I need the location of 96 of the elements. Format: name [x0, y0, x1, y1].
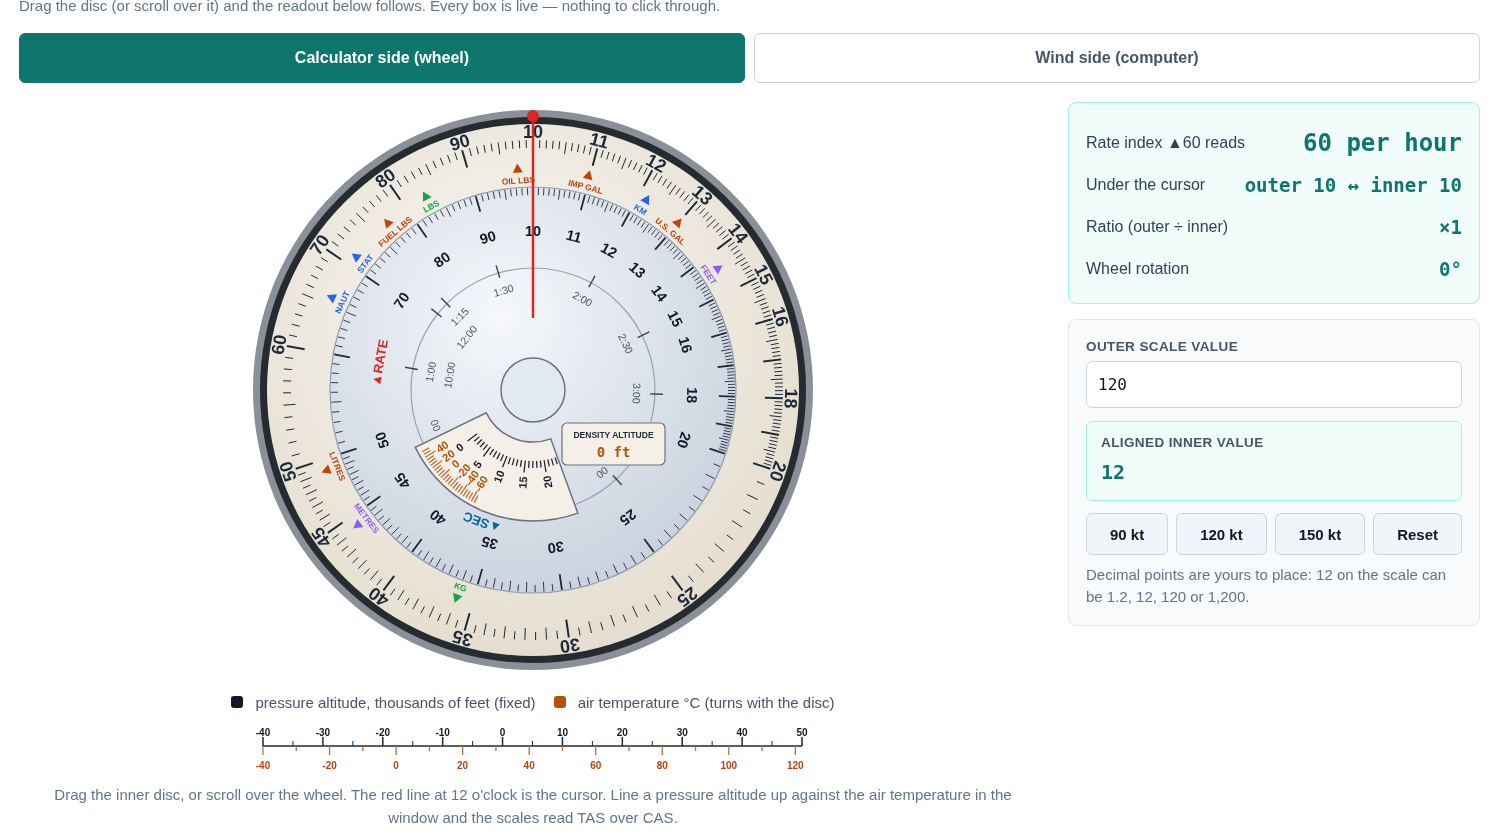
preset-button[interactable]: 120 kt: [1176, 513, 1267, 555]
inner-scale-number: 30: [546, 538, 565, 557]
ruler-label: 50: [796, 726, 808, 738]
ruler-label: -20: [375, 726, 390, 738]
ruler-label: 60: [590, 759, 602, 771]
inner-scale-number: 20: [673, 429, 695, 451]
preset-button[interactable]: 150 kt: [1274, 513, 1366, 555]
outer-scale-number: 18: [780, 388, 802, 409]
caption-text: Drag the inner disc, or scroll over the wheel. The red line at 12 o'clock is the cursor. Line a pressure altitude up against the air temperature in the window and the scales read TAS over CAS.: [53, 785, 1013, 828]
readout-value: 60 per hour: [1303, 129, 1462, 157]
outer-scale-number: 14: [723, 219, 752, 248]
time-label: 2:00: [570, 288, 595, 309]
time-label: 2:30: [616, 331, 636, 356]
note-text: Decimal points are yours to place: 12 on the scale can be 1.2, 12, 120 or 1,200.: [1086, 565, 1448, 607]
ruler-label: -40: [255, 759, 271, 771]
inner-scale-number: 40: [426, 506, 450, 529]
outer-scale-number: 15: [750, 261, 778, 288]
unit-label: NAUT: [332, 289, 352, 316]
preset-button[interactable]: 90 kt: [1086, 513, 1169, 555]
ruler-label: -10: [435, 726, 450, 738]
readout-label: Rate index ▲60 reads: [1086, 134, 1246, 152]
ruler-label: 20: [616, 726, 628, 738]
outer-scale-number: 50: [275, 458, 301, 484]
unit-label: IMP GAL: [567, 177, 604, 196]
inner-scale-number: 12: [597, 239, 620, 262]
outer-scale-number: 90: [447, 130, 473, 155]
outer-scale-number: 12: [642, 149, 670, 177]
readout-label: Ratio (outer ÷ inner): [1086, 218, 1229, 236]
inner-scale-number: 45: [391, 469, 414, 493]
ruler-label: 40: [736, 726, 748, 738]
ruler-label: 100: [720, 759, 738, 771]
altitude-number: 15: [516, 475, 530, 490]
field-label: OUTER SCALE VALUE: [1086, 338, 1240, 356]
time-label: 1:00: [422, 360, 439, 383]
inner-scale-number: 13: [626, 258, 649, 282]
ruler-label: 10: [556, 726, 568, 738]
outer-scale-number: 40: [364, 582, 393, 611]
unit-label: KM: [632, 201, 649, 218]
altitude-number: 20: [540, 474, 555, 489]
inner-scale-number: 80: [430, 248, 454, 271]
tab[interactable]: Wind side (computer): [754, 33, 1480, 83]
ruler-label: -30: [315, 726, 331, 738]
outer-scale-number: 80: [371, 164, 400, 193]
time-label: 00: [594, 464, 611, 482]
center-hub: [500, 357, 566, 423]
outer-scale-number: 35: [450, 625, 475, 651]
readout-value: ×1: [1439, 216, 1462, 238]
result-label: ALIGNED INNER VALUE: [1101, 434, 1265, 452]
time-label: 1:30: [491, 281, 515, 299]
index-label: ▲RATE: [367, 338, 391, 388]
inner-scale-number: 70: [390, 289, 413, 312]
inner-scale-number: 11: [564, 226, 584, 247]
readout-value: 0°: [1439, 258, 1462, 280]
ruler-label: 0: [499, 726, 506, 738]
tab[interactable]: Calculator side (wheel): [19, 33, 745, 83]
time-label: 10:00: [441, 361, 458, 390]
ruler-label: -40: [255, 726, 271, 738]
ruler-label: 30: [676, 726, 688, 738]
readout-value: outer 10 ↔ inner 10: [1244, 174, 1462, 196]
time-label: 00: [427, 418, 443, 434]
ruler-label: 20: [457, 759, 469, 771]
unit-label: KG: [452, 580, 469, 594]
density-readout-value: 0 ft: [596, 444, 631, 460]
outer-scale-number: 25: [673, 582, 702, 611]
outer-scale-number: 16: [767, 304, 793, 330]
density-readout-label: DENSITY ALTITUDE: [573, 430, 654, 440]
altitude-number: 0: [453, 440, 466, 454]
outer-value-input[interactable]: 120: [1086, 361, 1462, 408]
inner-scale-number: 18: [683, 386, 701, 404]
legend-label: pressure altitude, thousands of feet (fixed): [255, 693, 536, 711]
legend-label: air temperature °C (turns with the disc): [577, 693, 835, 711]
outer-scale-number: 13: [688, 181, 717, 210]
outer-scale-number: 11: [587, 128, 612, 153]
inner-scale-number: 15: [664, 308, 686, 330]
outer-scale-number: 20: [765, 458, 791, 484]
readout-label: Wheel rotation: [1086, 260, 1190, 278]
ruler-label: 0: [393, 759, 399, 771]
outer-scale-number: 30: [558, 634, 582, 657]
intro-text: Drag the disc (or scroll over it) and the readout below follows. Every box is live — nothing to click through.: [19, 0, 722, 15]
time-label: 3:00: [630, 383, 644, 404]
outer-scale-number: 60: [267, 333, 291, 357]
ruler-label: -20: [322, 759, 337, 771]
inner-scale-number: 50: [371, 429, 393, 451]
inner-scale-number: 25: [616, 506, 640, 529]
inner-scale-number: 14: [648, 282, 671, 305]
outer-scale-number: 45: [307, 523, 336, 552]
result-value: 12: [1101, 459, 1127, 486]
inner-scale-number: 16: [675, 334, 696, 355]
unit-label: LBS: [421, 197, 442, 215]
ruler-label: 80: [656, 759, 668, 771]
ruler-label: 120: [787, 759, 804, 771]
readout-label: Under the cursor: [1086, 176, 1206, 194]
outer-scale-number: 70: [305, 230, 334, 259]
inner-scale-number: 90: [477, 227, 498, 248]
reset-button[interactable]: Reset: [1373, 513, 1463, 555]
ruler-label: 40: [523, 759, 535, 771]
